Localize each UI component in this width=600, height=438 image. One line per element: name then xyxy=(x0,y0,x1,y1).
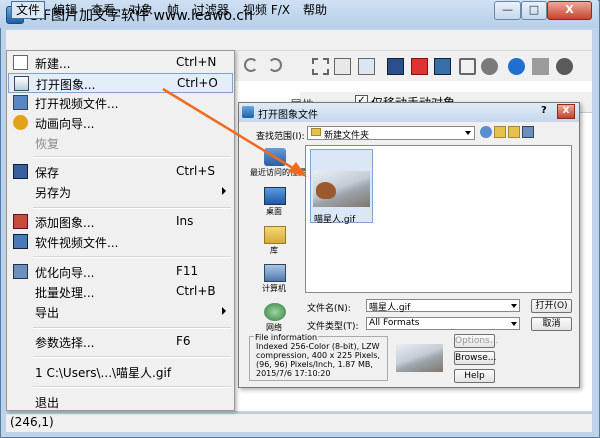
annotation-arrow-head xyxy=(288,162,307,177)
annotation-arrow-line xyxy=(162,87,297,172)
annotation-arrow xyxy=(162,87,307,177)
